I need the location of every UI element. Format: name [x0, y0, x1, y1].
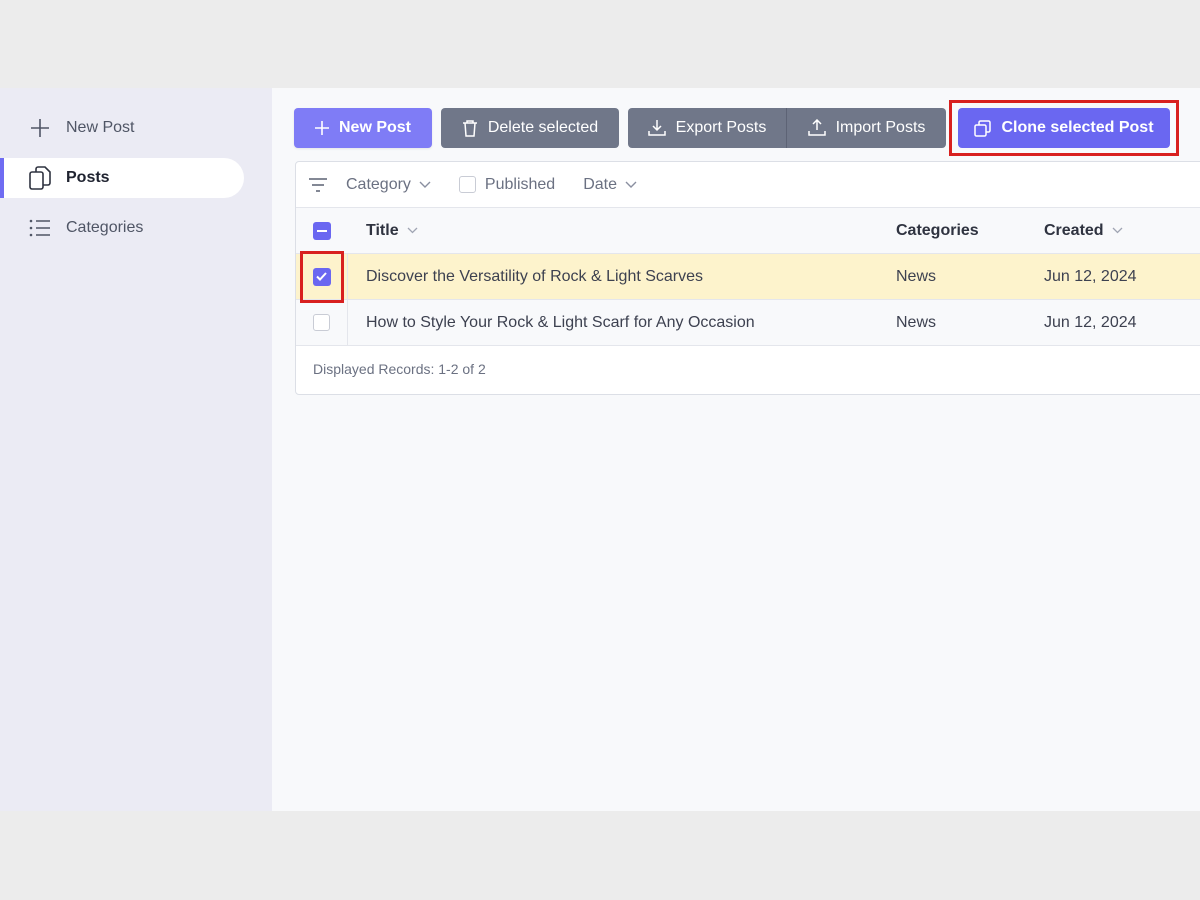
sidebar: New Post Posts Categories: [0, 88, 272, 811]
row-created: Jun 12, 2024: [1044, 313, 1137, 331]
delete-selected-label: Delete selected: [487, 119, 599, 136]
plus-icon: [28, 116, 52, 140]
export-import-group: Export Posts Import Posts: [628, 108, 946, 148]
delete-selected-button[interactable]: Delete selected: [441, 108, 619, 148]
published-filter-label: Published: [484, 175, 556, 193]
sidebar-item-label: Posts: [66, 169, 110, 186]
filter-icon[interactable]: [308, 174, 330, 196]
chevron-down-icon: [625, 181, 637, 189]
import-posts-button[interactable]: Import Posts: [787, 108, 946, 148]
list-icon: [28, 216, 52, 240]
documents-icon: [28, 166, 52, 190]
row-checkbox[interactable]: [313, 314, 330, 331]
clone-selected-post-button[interactable]: Clone selected Post: [958, 108, 1170, 148]
column-header-title[interactable]: Title: [348, 222, 896, 240]
category-filter-label: Category: [346, 175, 411, 193]
date-filter-label: Date: [583, 175, 617, 193]
table-row[interactable]: How to Style Your Rock & Light Scarf for…: [296, 300, 1200, 346]
trash-icon: [462, 119, 478, 137]
export-posts-label: Export Posts: [675, 119, 767, 136]
sidebar-item-label: Categories: [66, 219, 144, 236]
app-window: New Post Posts Categories New Post Delet…: [0, 88, 1200, 811]
column-header-created-label: Created: [1044, 221, 1104, 239]
chevron-down-icon: [419, 181, 431, 189]
copy-icon: [974, 119, 992, 137]
row-title: How to Style Your Rock & Light Scarf for…: [366, 313, 755, 331]
sidebar-item-new-post[interactable]: New Post: [0, 108, 244, 148]
chevron-down-icon: [1112, 227, 1123, 234]
new-post-label: New Post: [338, 119, 411, 136]
row-check-cell: [296, 250, 348, 303]
row-category: News: [896, 313, 937, 331]
category-filter[interactable]: Category: [346, 176, 431, 194]
clone-button-highlight: Clone selected Post: [949, 100, 1179, 156]
new-post-button[interactable]: New Post: [294, 108, 432, 148]
posts-table-panel: Category Published Date Title Categories…: [295, 161, 1200, 395]
column-header-title-label: Title: [366, 221, 399, 239]
table-header: Title Categories Created: [296, 208, 1200, 254]
sidebar-item-posts[interactable]: Posts: [0, 158, 244, 198]
sidebar-item-categories[interactable]: Categories: [0, 208, 244, 248]
main-content: New Post Delete selected Export Posts Im…: [272, 88, 1200, 811]
download-icon: [647, 119, 666, 137]
row-created: Jun 12, 2024: [1044, 267, 1137, 285]
records-footer: Displayed Records: 1-2 of 2: [313, 361, 486, 377]
published-filter[interactable]: Published: [458, 175, 556, 194]
published-checkbox[interactable]: [458, 176, 476, 193]
plus-icon: [314, 121, 329, 135]
export-posts-button[interactable]: Export Posts: [628, 108, 787, 148]
toolbar: New Post Delete selected Export Posts Im…: [294, 100, 1179, 156]
import-posts-label: Import Posts: [835, 119, 926, 136]
filter-bar: Category Published Date: [296, 162, 1200, 208]
sidebar-item-label: New Post: [66, 119, 135, 136]
column-header-created[interactable]: Created: [1044, 222, 1200, 240]
select-all-cell: [296, 208, 348, 253]
row-category: News: [896, 267, 937, 285]
date-filter[interactable]: Date: [583, 176, 637, 194]
row-title: Discover the Versatility of Rock & Light…: [366, 267, 704, 285]
row-check-cell: [296, 300, 348, 345]
column-header-categories: Categories: [896, 221, 979, 239]
row-checkbox-highlight: [299, 250, 344, 303]
clone-selected-post-label: Clone selected Post: [1001, 119, 1154, 136]
row-checkbox[interactable]: [312, 267, 331, 286]
select-all-checkbox[interactable]: [313, 221, 331, 240]
table-row[interactable]: Discover the Versatility of Rock & Light…: [296, 250, 1200, 303]
chevron-down-icon: [407, 227, 418, 234]
upload-icon: [807, 119, 826, 137]
